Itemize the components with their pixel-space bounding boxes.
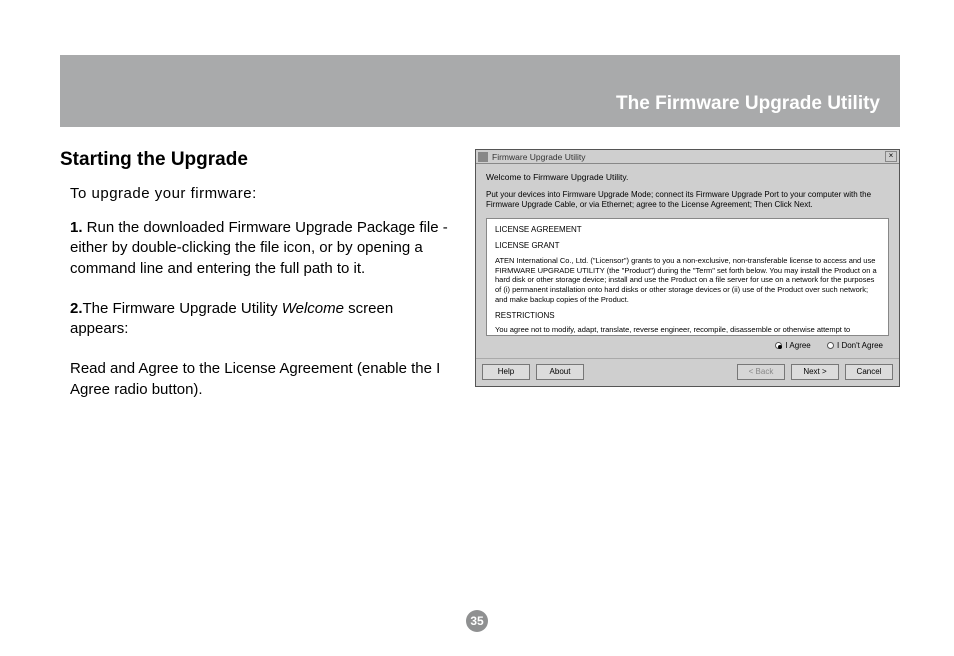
back-button[interactable]: < Back	[737, 364, 785, 380]
step-2-text-a: The Firmware Upgrade Utility	[83, 300, 282, 317]
radio-row: I Agree I Don't Agree	[486, 336, 889, 352]
dialog-titlebar: Firmware Upgrade Utility ×	[476, 150, 899, 164]
dialog-title: Firmware Upgrade Utility	[492, 152, 885, 162]
step-2-sub-agree: Agree	[138, 360, 178, 377]
header-bar: The Firmware Upgrade Utility	[60, 55, 900, 127]
step-2-sub-a: Read and	[70, 360, 138, 377]
instruction-text: Put your devices into Firmware Upgrade M…	[486, 190, 889, 210]
button-row: Help About < Back Next > Cancel	[476, 358, 899, 386]
section-title: Starting the Upgrade	[60, 149, 455, 171]
radio-dot-icon	[827, 342, 834, 349]
license-para-2: You agree not to modify, adapt, translat…	[495, 325, 880, 336]
left-column: Starting the Upgrade To upgrade your fir…	[60, 149, 455, 420]
radio-agree-label: I Agree	[785, 341, 810, 350]
license-restrictions-header: RESTRICTIONS	[495, 311, 880, 321]
page-number: 35	[466, 610, 488, 632]
license-para-1: ATEN International Co., Ltd. ("Licensor"…	[495, 256, 880, 305]
step-1-number: 1.	[70, 219, 83, 236]
step-2-sub: Read and Agree to the License Agreement …	[70, 359, 455, 400]
welcome-text: Welcome to Firmware Upgrade Utility.	[486, 172, 889, 182]
firmware-dialog: Firmware Upgrade Utility × Welcome to Fi…	[475, 149, 900, 387]
step-1-text: Run the downloaded Firmware Upgrade Pack…	[70, 219, 448, 277]
step-2-welcome: Welcome	[282, 300, 344, 317]
right-column: Firmware Upgrade Utility × Welcome to Fi…	[475, 149, 900, 420]
cancel-button[interactable]: Cancel	[845, 364, 893, 380]
header-title: The Firmware Upgrade Utility	[616, 93, 880, 115]
radio-disagree[interactable]: I Don't Agree	[827, 341, 883, 350]
step-2-number: 2.	[70, 300, 83, 317]
close-icon[interactable]: ×	[885, 151, 897, 162]
license-header: LICENSE AGREEMENT	[495, 225, 880, 235]
radio-dot-icon	[775, 342, 782, 349]
license-box: LICENSE AGREEMENT LICENSE GRANT ATEN Int…	[486, 218, 889, 336]
app-icon	[478, 152, 488, 162]
radio-disagree-label: I Don't Agree	[837, 341, 883, 350]
license-grant-header: LICENSE GRANT	[495, 241, 880, 251]
step-1: 1. Run the downloaded Firmware Upgrade P…	[70, 218, 455, 279]
intro-text: To upgrade your firmware:	[70, 185, 455, 202]
step-2: 2.The Firmware Upgrade Utility Welcome s…	[70, 299, 455, 340]
next-button[interactable]: Next >	[791, 364, 839, 380]
help-button[interactable]: Help	[482, 364, 530, 380]
about-button[interactable]: About	[536, 364, 584, 380]
radio-agree[interactable]: I Agree	[775, 341, 810, 350]
